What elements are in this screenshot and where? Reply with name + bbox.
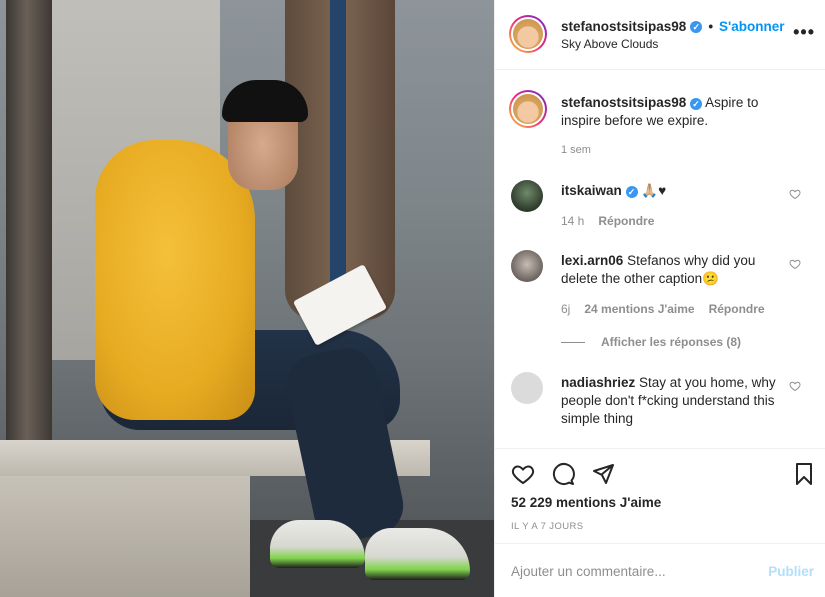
like-heart-icon[interactable] <box>511 462 535 486</box>
comment-username[interactable]: nadiashriez <box>561 375 635 390</box>
memoji-avatar-icon <box>513 19 543 49</box>
verified-badge-icon: ✓ <box>690 98 703 110</box>
post-actions: 52 229 mentions J'aime IL Y A 7 JOURS <box>495 448 825 543</box>
publish-button[interactable]: Publier <box>768 564 814 579</box>
author-avatar[interactable] <box>509 15 547 53</box>
comments-list[interactable]: stefanostsitsipas98 ✓ Aspire to inspire … <box>495 70 825 448</box>
yellow-jacket <box>95 140 255 420</box>
comment-time[interactable]: 6j <box>561 302 570 316</box>
comment-input[interactable]: Ajouter un commentaire... <box>511 564 666 579</box>
comment-meta: 14 h Répondre <box>561 214 654 228</box>
like-comment-heart-icon[interactable] <box>789 258 801 270</box>
post-header: stefanostsitsipas98 ✓ • S'abonner Sky Ab… <box>495 0 825 70</box>
commenter-avatar[interactable] <box>511 250 543 282</box>
blue-pole <box>330 0 346 300</box>
separator-dot: • <box>708 19 714 34</box>
reply-button[interactable]: Répondre <box>598 214 654 228</box>
commenter-avatar[interactable] <box>511 180 543 212</box>
memoji-avatar-icon <box>513 94 543 124</box>
like-comment-heart-icon[interactable] <box>789 380 801 392</box>
post-date[interactable]: IL Y A 7 JOURS <box>511 521 584 532</box>
comment-composer: Ajouter un commentaire... Publier <box>495 543 825 597</box>
comment-likes[interactable]: 24 mentions J'aime <box>584 302 694 316</box>
save-bookmark-icon[interactable] <box>792 462 816 486</box>
author-username[interactable]: stefanostsitsipas98 <box>561 19 686 34</box>
stone-bench <box>0 476 250 597</box>
like-comment-heart-icon[interactable] <box>789 188 801 200</box>
view-replies-label[interactable]: Afficher les réponses (8) <box>601 335 741 349</box>
comment-username[interactable]: lexi.arn06 <box>561 253 623 268</box>
tree-trunk-left <box>6 0 52 460</box>
comment-time[interactable]: 14 h <box>561 214 584 228</box>
replies-divider <box>561 341 585 343</box>
share-send-icon[interactable] <box>591 462 615 486</box>
more-options-icon[interactable]: ••• <box>793 22 815 43</box>
likes-count[interactable]: 52 229 mentions J'aime <box>511 495 661 510</box>
caption-text: stefanostsitsipas98 ✓ Aspire to inspire … <box>561 94 801 130</box>
view-replies-toggle[interactable]: Afficher les réponses (8) <box>561 335 741 349</box>
comment-text: itskaiwan ✓ 🙏🏼♥ <box>561 182 781 200</box>
comment-body: 🙏🏼♥ <box>641 183 667 198</box>
post-photo[interactable] <box>0 0 494 597</box>
comment-meta: 6j 24 mentions J'aime Répondre <box>561 302 765 316</box>
verified-badge-icon: ✓ <box>690 20 703 33</box>
post-location[interactable]: Sky Above Clouds <box>561 37 658 51</box>
comment-text: lexi.arn06 Stefanos why did you delete t… <box>561 252 781 288</box>
comment-bubble-icon[interactable] <box>551 462 575 486</box>
comment-text: nadiashriez Stay at you home, why people… <box>561 374 781 428</box>
caption-time[interactable]: 1 sem <box>561 144 591 156</box>
comment-username[interactable]: itskaiwan <box>561 183 622 198</box>
caption-username[interactable]: stefanostsitsipas98 <box>561 95 686 110</box>
post-side-panel: stefanostsitsipas98 ✓ • S'abonner Sky Ab… <box>494 0 825 597</box>
caption-avatar[interactable] <box>509 90 547 128</box>
author-line: stefanostsitsipas98 ✓ • S'abonner <box>561 19 785 34</box>
commenter-avatar-default-icon[interactable] <box>511 372 543 404</box>
reply-button[interactable]: Répondre <box>709 302 765 316</box>
verified-badge-icon: ✓ <box>625 186 638 198</box>
follow-button[interactable]: S'abonner <box>719 19 784 34</box>
